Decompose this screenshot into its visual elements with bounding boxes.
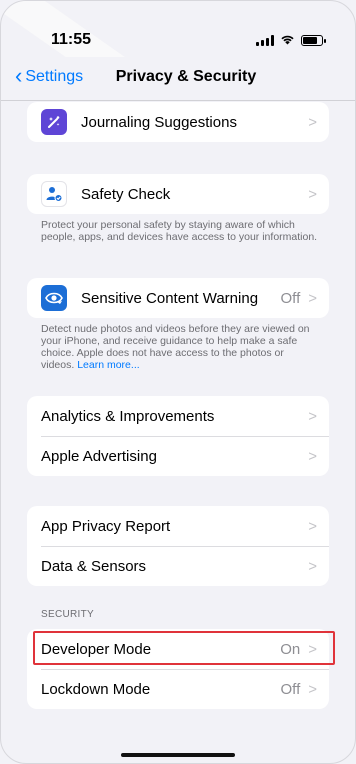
row-label: Apple Advertising (41, 447, 157, 465)
row-label: Journaling Suggestions (81, 113, 237, 131)
status-time: 11:55 (51, 31, 92, 48)
sensitive-content-warning-icon (41, 285, 67, 311)
chevron-right-icon: > (308, 407, 317, 425)
row-value: Off (280, 289, 301, 307)
privacy-report-group: App Privacy Report > Data & Sensors > (27, 506, 329, 586)
row-label: Data & Sensors (41, 557, 147, 575)
app-privacy-report-row[interactable]: App Privacy Report > (27, 506, 329, 546)
safety-check-row[interactable]: Safety Check > (27, 174, 329, 214)
row-label: Safety Check (81, 185, 171, 203)
row-value: Off (280, 680, 301, 698)
cellular-signal-icon (256, 34, 274, 46)
settings-list: Journaling Suggestions > Safety Check > … (1, 102, 355, 763)
sensitive-content-footnote: Detect nude photos and videos before the… (41, 323, 319, 371)
apple-advertising-row[interactable]: Apple Advertising > (27, 436, 329, 476)
safety-check-group: Safety Check > (27, 174, 329, 214)
row-label: Sensitive Content Warning (81, 289, 259, 307)
row-label: Lockdown Mode (41, 680, 151, 698)
security-section-header: SECURITY (41, 609, 94, 620)
analytics-improvements-row[interactable]: Analytics & Improvements > (27, 396, 329, 436)
chevron-right-icon: > (308, 447, 317, 465)
chevron-right-icon: > (308, 557, 317, 575)
chevron-right-icon: > (308, 185, 317, 203)
safety-check-icon (41, 181, 67, 207)
status-bar: 11:55 (1, 1, 355, 51)
page-title: Privacy & Security (115, 68, 257, 85)
sensitive-content-group: Sensitive Content Warning Off > (27, 278, 329, 318)
journaling-suggestions-row[interactable]: Journaling Suggestions > (27, 102, 329, 142)
row-label: Analytics & Improvements (41, 407, 215, 425)
sensitive-content-warning-row[interactable]: Sensitive Content Warning Off > (27, 278, 329, 318)
safety-check-footnote: Protect your personal safety by staying … (41, 219, 318, 243)
battery-icon (301, 34, 326, 46)
navigation-bar: ‹ Settings Privacy & Security (1, 57, 355, 101)
journaling-group: Journaling Suggestions > (27, 102, 329, 142)
wifi-icon (280, 34, 295, 46)
analytics-group: Analytics & Improvements > Apple Adverti… (27, 396, 329, 476)
home-indicator (121, 753, 235, 757)
chevron-right-icon: > (308, 680, 317, 698)
journaling-suggestions-icon (41, 109, 67, 135)
row-label: App Privacy Report (41, 517, 171, 535)
status-icons (256, 34, 326, 46)
learn-more-link[interactable]: Learn more... (77, 359, 139, 371)
chevron-right-icon: > (308, 517, 317, 535)
data-sensors-row[interactable]: Data & Sensors > (27, 546, 329, 586)
lockdown-mode-row[interactable]: Lockdown Mode Off > (27, 669, 329, 709)
phone-screen: 11:55 ‹ Settings Privacy & Security Jour… (0, 0, 356, 764)
chevron-right-icon: > (308, 113, 317, 131)
developer-mode-highlight (33, 631, 335, 665)
chevron-right-icon: > (308, 289, 317, 307)
